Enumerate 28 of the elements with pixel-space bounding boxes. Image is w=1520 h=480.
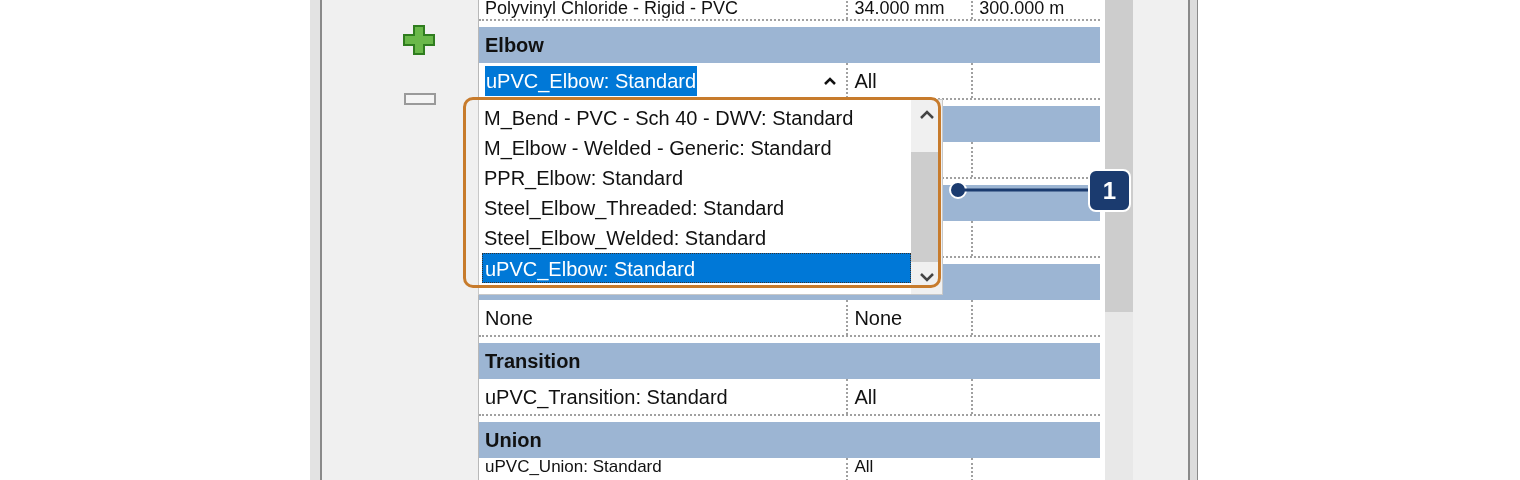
group-header: Elbow: [479, 27, 1100, 63]
scroll-down-icon[interactable]: [919, 272, 935, 282]
table-cell: None: [848, 300, 974, 335]
table-cell: uPVC_Transition: Standard: [479, 379, 849, 414]
table-cell: uPVC_Union: Standard: [479, 458, 849, 480]
dropdown-option[interactable]: Steel_Elbow_Threaded: Standard: [482, 193, 911, 223]
scrollbar[interactable]: [911, 100, 942, 294]
table-cell: 34.000 mm: [848, 0, 974, 19]
table-cell-text: 300.000 m: [978, 0, 1066, 19]
add-icon[interactable]: [403, 25, 435, 55]
table-cell: All: [848, 458, 974, 480]
caret-icon[interactable]: [824, 76, 837, 85]
dropdown-option[interactable]: uPVC_Elbow: Standard: [482, 253, 911, 283]
dropdown-option[interactable]: M_Bend - PVC - Sch 40 - DWV: Standard: [482, 103, 911, 133]
scrollbar[interactable]: [1105, 0, 1133, 480]
remove-icon[interactable]: [404, 93, 436, 105]
scroll-up-icon[interactable]: [919, 110, 935, 120]
dropdown-option[interactable]: M_Elbow - Welded - Generic: Standard: [482, 133, 911, 163]
table-cell: All: [848, 379, 974, 414]
dropdown-option[interactable]: PPR_Elbow: Standard: [482, 163, 911, 193]
combo-field[interactable]: uPVC_Elbow: Standard: [485, 65, 698, 96]
table-cell: Polyvinyl Chloride - Rigid - PVC: [479, 0, 849, 19]
callout-badge: 1: [1088, 169, 1131, 212]
scrollbar-thumb[interactable]: [911, 152, 940, 262]
group-header: Union: [479, 422, 1100, 458]
dropdown-option[interactable]: Steel_Elbow_Welded: Standard: [482, 223, 911, 253]
table-cell: None: [479, 300, 849, 335]
group-header: Transition: [479, 343, 1100, 379]
